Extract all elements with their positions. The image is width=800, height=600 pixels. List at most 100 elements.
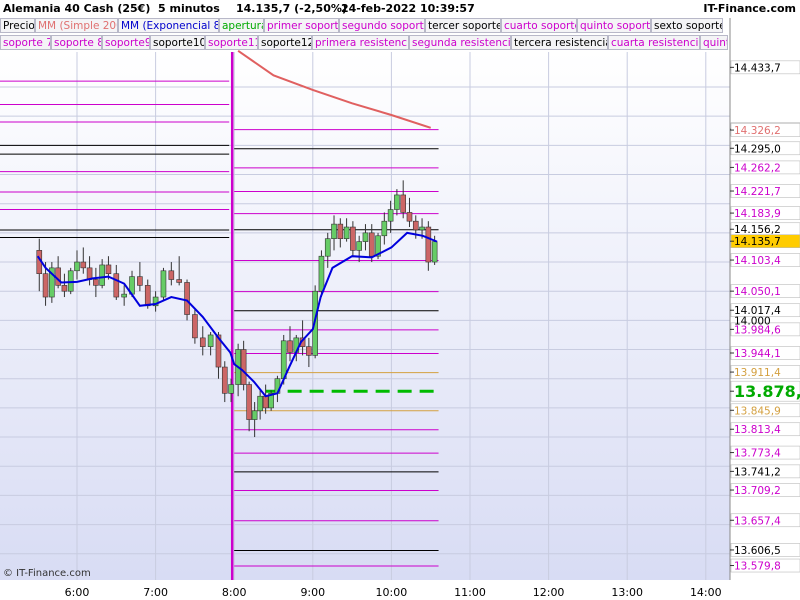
price-tag-label: 13.911,4: [734, 367, 781, 379]
x-tick-label: 8:00: [222, 586, 247, 599]
candle-body: [67, 270, 74, 292]
legend-item[interactable]: soporte12: [258, 35, 312, 50]
candle-body: [113, 273, 120, 298]
plot-background: [0, 52, 730, 580]
price-tag-label: 14.221,7: [734, 186, 781, 198]
legend-row-2: soporte 7 soporte 8 soporte9 soporte10 sopor…: [0, 35, 800, 52]
candle-body: [262, 395, 269, 409]
candle-body: [287, 340, 293, 353]
price-tag-label: 14.103,4: [734, 255, 781, 267]
candle-body: [362, 232, 369, 242]
price-tag-label: 13.606,5: [734, 545, 781, 557]
instrument-name: Alemania 40 Cash (25€): [3, 2, 151, 15]
legend-item[interactable]: soporte10: [150, 35, 205, 50]
x-tick-label: 10:00: [376, 586, 408, 599]
legend-item[interactable]: segundo soporte: [339, 18, 425, 33]
candle-body: [207, 334, 214, 347]
legend-item[interactable]: primer soporte: [264, 18, 339, 33]
price-tag-label: 13.813,4: [734, 424, 781, 436]
price-tag-label: 13.709,2: [734, 485, 781, 497]
price-tag-label: 14.183,9: [734, 208, 781, 220]
price-tag-label: 14.326,2: [734, 125, 781, 137]
candle-body: [228, 384, 234, 394]
legend-item[interactable]: primera resistencia: [312, 35, 409, 50]
candle-body: [324, 238, 331, 257]
candle-body: [400, 194, 406, 213]
timestamp: 24-feb-2022 10:39:57: [341, 2, 475, 15]
legend-item[interactable]: tercer soporte: [425, 18, 501, 33]
price-tag-label: 14.433,7: [734, 62, 781, 74]
x-tick-label: 7:00: [143, 586, 168, 599]
candle-body: [406, 212, 413, 222]
price-tag-label: 13.845,9: [734, 405, 781, 417]
legend-item[interactable]: soporte11: [205, 35, 258, 50]
candle-body: [121, 293, 127, 298]
candle-body: [93, 279, 99, 286]
legend-item[interactable]: cuarta resistencia: [608, 35, 700, 50]
legend-item[interactable]: soporte 8: [51, 35, 102, 50]
chart-header: Alemania 40 Cash (25€) 5 minutos 14.135,…: [0, 0, 800, 18]
legend-item[interactable]: MM (Exponencial 8): [118, 18, 219, 33]
price-axis-tick-label: 14.000: [734, 315, 771, 327]
candle-body: [431, 241, 438, 263]
candle-body: [192, 314, 198, 339]
candle-body: [80, 261, 87, 269]
candle-body: [221, 366, 228, 394]
candle-body: [356, 241, 362, 251]
candle-body: [160, 270, 167, 298]
x-tick-label: 14:00: [690, 586, 722, 599]
candle-body: [74, 261, 80, 272]
legend-item[interactable]: quinta: [700, 35, 728, 50]
candle-body: [137, 276, 143, 286]
legend-item[interactable]: Precio: [0, 18, 35, 33]
candle-body: [105, 264, 112, 275]
candle-body: [99, 264, 105, 286]
candle-body: [240, 349, 247, 385]
legend-item[interactable]: segunda resistencia: [409, 35, 511, 50]
price-tag-label: 13.579,8: [734, 561, 781, 573]
candle-body: [343, 226, 350, 239]
candle-body: [337, 223, 344, 239]
timeframe: 5 minutos: [158, 2, 220, 15]
candle-body: [350, 226, 356, 251]
legend-item[interactable]: sexto soporte: [651, 18, 723, 33]
candle-body: [184, 282, 190, 315]
candle-body: [306, 346, 312, 356]
legend-item[interactable]: apertura: [219, 18, 264, 33]
price-tag-label: 14.262,2: [734, 162, 781, 174]
candle-body: [412, 220, 419, 231]
price-tag-label: 13.741,2: [734, 466, 781, 478]
x-tick-label: 9:00: [300, 586, 325, 599]
legend-item[interactable]: tercera resistencia: [511, 35, 608, 50]
legend-row-1: PrecioMM (Simple 200)MM (Exponencial 8)a…: [0, 18, 800, 35]
candle-body: [176, 279, 182, 283]
last-quote: 14.135,7 (-2,50%): [236, 2, 347, 15]
price-axis-background: [730, 0, 800, 600]
legend-item[interactable]: soporte9: [102, 35, 150, 50]
candle-body: [368, 232, 375, 257]
candle-body: [168, 270, 175, 280]
candle-body: [42, 273, 49, 298]
price-tag-label: 13.878,6: [734, 382, 800, 401]
candle-body: [394, 194, 400, 210]
candle-body: [331, 223, 337, 239]
price-tag-label: 14.050,1: [734, 286, 781, 298]
x-tick-label: 6:00: [65, 586, 90, 599]
price-tag-label: 14.135,7: [734, 236, 781, 248]
candle-body: [61, 285, 68, 292]
legend-item[interactable]: soporte 7: [0, 35, 51, 50]
candle-body: [246, 384, 252, 420]
price-tag-label: 14.295,0: [734, 143, 781, 155]
candle-body: [387, 209, 394, 222]
candle-body: [318, 255, 325, 292]
legend-item[interactable]: quinto soporte: [577, 18, 651, 33]
candle-body: [419, 226, 425, 231]
candle-body: [425, 226, 432, 263]
candle-body: [144, 285, 151, 307]
price-chart[interactable]: 6:00 7:00 8:00 9:00 10:00 11:00 12:00 13:00 14:0…: [0, 0, 800, 600]
price-tag-label: 13.657,4: [734, 515, 781, 527]
candle-body: [257, 395, 263, 412]
legend-item[interactable]: MM (Simple 200): [35, 18, 118, 33]
legend-item[interactable]: cuarto soporte: [501, 18, 577, 33]
candle-body: [199, 337, 206, 347]
